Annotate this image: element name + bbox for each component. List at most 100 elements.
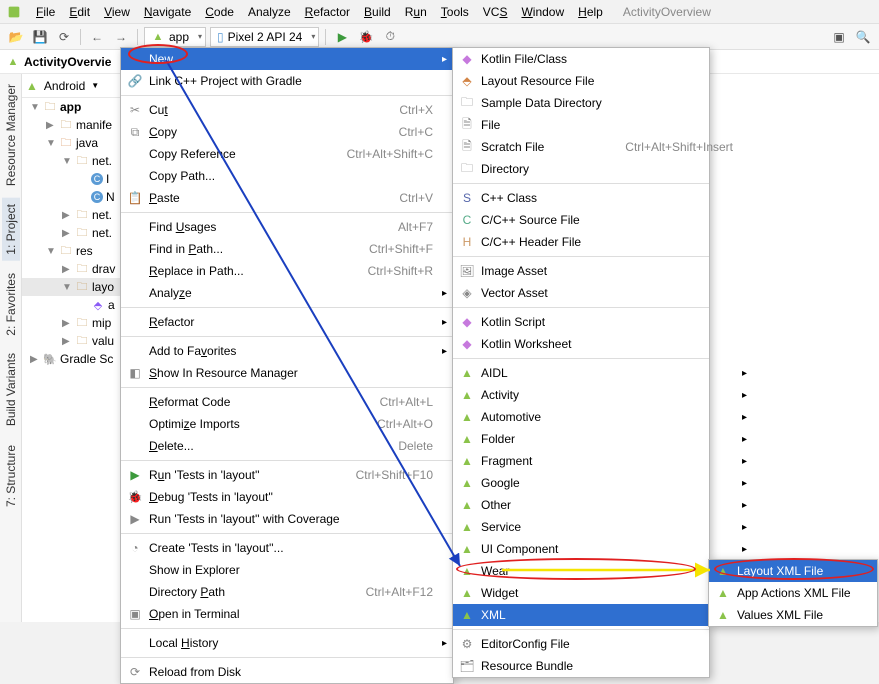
menu-run[interactable]: Run xyxy=(399,3,433,21)
menu-item[interactable]: ✂CutCtrl+X xyxy=(121,99,453,121)
menu-item[interactable]: 🗂Resource Bundle xyxy=(453,655,753,677)
tool-structure[interactable]: 7: Structure xyxy=(2,439,20,513)
save-icon[interactable]: 💾 xyxy=(30,27,50,47)
menu-item[interactable]: ▲Automotive▸ xyxy=(453,406,753,428)
menu-navigate[interactable]: Navigate xyxy=(138,3,197,21)
menu-item[interactable]: CC/C++ Source File xyxy=(453,209,753,231)
tool-favorites[interactable]: 2: Favorites xyxy=(2,267,20,342)
menu-item[interactable]: HC/C++ Header File xyxy=(453,231,753,253)
menu-shortcut: Ctrl+C xyxy=(379,125,433,139)
menu-item[interactable]: Directory PathCtrl+Alt+F12 xyxy=(121,581,453,603)
menu-item[interactable]: Copy Path... xyxy=(121,165,453,187)
menu-window[interactable]: Window xyxy=(515,3,570,21)
debug-icon[interactable]: 🐞 xyxy=(356,27,376,47)
profile-icon[interactable]: ⏱ xyxy=(380,27,400,47)
menu-item[interactable]: ⚙EditorConfig File xyxy=(453,633,753,655)
menu-item[interactable]: SC++ Class xyxy=(453,187,753,209)
menu-item[interactable]: Delete...Delete xyxy=(121,435,453,457)
menu-item[interactable]: ▲Fragment▸ xyxy=(453,450,753,472)
menu-item[interactable]: Refactor▸ xyxy=(121,311,453,333)
run-config-label: app xyxy=(169,30,189,44)
menu-item[interactable]: ◈Vector Asset xyxy=(453,282,753,304)
tool-project[interactable]: 1: Project xyxy=(2,198,20,261)
menu-code[interactable]: Code xyxy=(199,3,240,21)
menu-item-label: Scratch File xyxy=(481,140,544,154)
menu-item[interactable]: ▲Values XML File xyxy=(709,604,877,626)
menu-item-label: Kotlin Worksheet xyxy=(481,337,572,351)
menu-item[interactable]: Optimize ImportsCtrl+Alt+O xyxy=(121,413,453,435)
menu-item[interactable]: ◆Kotlin Worksheet xyxy=(453,333,753,355)
menu-item[interactable]: 🗀Directory xyxy=(453,158,753,180)
menu-shortcut: Ctrl+V xyxy=(379,191,433,205)
menu-item[interactable]: ▲UI Component▸ xyxy=(453,538,753,560)
menu-item[interactable]: ▲Folder▸ xyxy=(453,428,753,450)
menu-item[interactable]: ◔Create 'Tests in 'layout''... xyxy=(121,537,453,559)
tool-resource-manager[interactable]: Resource Manager xyxy=(2,78,20,192)
menu-item[interactable]: Show in Explorer xyxy=(121,559,453,581)
twisty-icon: ▶ xyxy=(62,336,72,347)
menu-item[interactable]: 🗎File xyxy=(453,114,753,136)
run-icon[interactable]: ▶ xyxy=(332,27,352,47)
menu-item[interactable]: Copy ReferenceCtrl+Alt+Shift+C xyxy=(121,143,453,165)
menu-item[interactable]: ▲AIDL▸ xyxy=(453,362,753,384)
menu-item-label: File xyxy=(481,118,500,132)
menu-refactor[interactable]: Refactor xyxy=(299,3,356,21)
menu-item[interactable]: Add to Favorites▸ xyxy=(121,340,453,362)
menu-item[interactable]: Find UsagesAlt+F7 xyxy=(121,216,453,238)
menu-item[interactable]: 🗀Sample Data Directory xyxy=(453,92,753,114)
forward-icon[interactable]: → xyxy=(111,27,131,47)
menu-item[interactable]: ▶Run 'Tests in 'layout''Ctrl+Shift+F10 xyxy=(121,464,453,486)
menu-item-label: Directory xyxy=(481,162,529,176)
menu-shortcut: Ctrl+Alt+Shift+Insert xyxy=(605,140,733,154)
menu-item[interactable]: ⧉CopyCtrl+C xyxy=(121,121,453,143)
menu-vcs[interactable]: VCS xyxy=(477,3,514,21)
menu-view[interactable]: View xyxy=(98,3,136,21)
menu-item[interactable]: ◆Kotlin Script xyxy=(453,311,753,333)
menu-shortcut: Alt+F7 xyxy=(378,220,433,234)
menu-item[interactable]: ⟳Reload from Disk xyxy=(121,661,453,683)
menu-item[interactable]: 📋PasteCtrl+V xyxy=(121,187,453,209)
tool-build-variants[interactable]: Build Variants xyxy=(2,347,20,432)
menu-analyze[interactable]: Analyze xyxy=(242,3,297,21)
run-config-combo[interactable]: ▲ app xyxy=(144,27,206,47)
menu-item[interactable]: Reformat CodeCtrl+Alt+L xyxy=(121,391,453,413)
menu-item[interactable]: ▲App Actions XML File xyxy=(709,582,877,604)
back-icon[interactable]: ← xyxy=(87,27,107,47)
search-icon[interactable]: 🔍 xyxy=(853,27,873,47)
menu-separator xyxy=(121,212,453,213)
menu-item[interactable]: ▶Run 'Tests in 'layout'' with Coverage xyxy=(121,508,453,530)
device-combo[interactable]: ▯ Pixel 2 API 24 xyxy=(210,27,319,47)
breadcrumb-root[interactable]: ActivityOvervie xyxy=(24,55,111,69)
twisty-icon: ▶ xyxy=(46,120,56,131)
menu-item[interactable]: Replace in Path...Ctrl+Shift+R xyxy=(121,260,453,282)
menu-item[interactable]: 🔗Link C++ Project with Gradle xyxy=(121,70,453,92)
menu-item[interactable]: Find in Path...Ctrl+Shift+F xyxy=(121,238,453,260)
menu-item[interactable]: ▲Service▸ xyxy=(453,516,753,538)
menu-help[interactable]: Help xyxy=(572,3,609,21)
layout-icon[interactable]: ▣ xyxy=(829,27,849,47)
menu-item[interactable]: ⬘Layout Resource File xyxy=(453,70,753,92)
menu-item[interactable]: ▲Layout XML File xyxy=(709,560,877,582)
menu-file[interactable]: File xyxy=(30,3,61,21)
sync-icon[interactable]: ⟳ xyxy=(54,27,74,47)
open-icon[interactable]: 📂 xyxy=(6,27,26,47)
menu-item[interactable]: 🗎 Scratch File Ctrl+Alt+Shift+Insert xyxy=(453,136,753,158)
menu-build[interactable]: Build xyxy=(358,3,397,21)
menu-item[interactable]: ▲Other▸ xyxy=(453,494,753,516)
menu-item[interactable]: ▲Google▸ xyxy=(453,472,753,494)
tree-item-label: valu xyxy=(92,334,114,348)
menu-item[interactable]: ◧Show In Resource Manager xyxy=(121,362,453,384)
menu-item[interactable]: 🐞Debug 'Tests in 'layout'' xyxy=(121,486,453,508)
menu-item[interactable]: Local History▸ xyxy=(121,632,453,654)
menu-tools[interactable]: Tools xyxy=(435,3,475,21)
menu-item[interactable]: 🖼Image Asset xyxy=(453,260,753,282)
scratch-icon: 🗎 xyxy=(459,137,475,158)
menu-edit[interactable]: Edit xyxy=(63,3,96,21)
menu-shortcut: Ctrl+X xyxy=(379,103,433,117)
menu-item[interactable]: ◆Kotlin File/Class xyxy=(453,48,753,70)
android-icon: ▲ xyxy=(459,432,475,446)
twisty-icon: ▶ xyxy=(62,228,72,239)
menu-item[interactable]: Analyze▸ xyxy=(121,282,453,304)
menu-item[interactable]: ▲Activity▸ xyxy=(453,384,753,406)
menu-item[interactable]: New▸ xyxy=(121,48,453,70)
